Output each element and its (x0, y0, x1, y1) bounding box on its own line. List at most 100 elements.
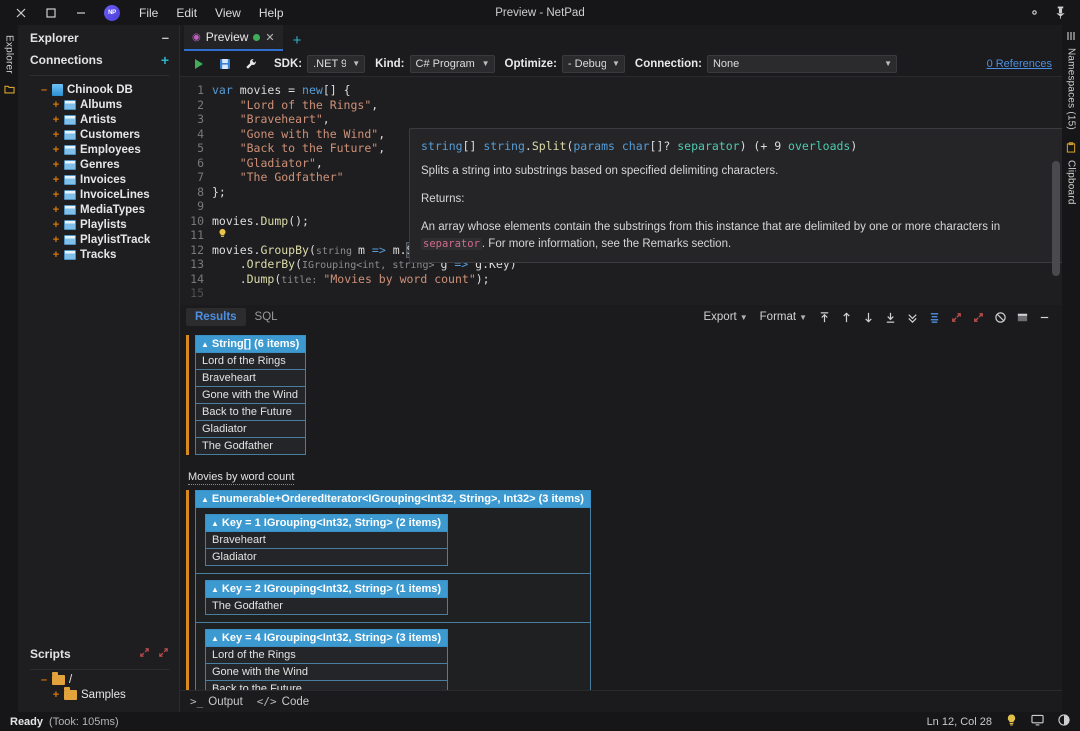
table-row[interactable]: Gladiator (196, 421, 306, 438)
tab-close-icon[interactable]: ✕ (265, 31, 274, 44)
expand-toggle-icon[interactable]: + (52, 249, 60, 261)
table-row[interactable]: The Godfather (206, 598, 448, 615)
expand-toggle-icon[interactable]: + (52, 234, 60, 246)
move-up-icon[interactable] (836, 307, 856, 327)
editor-scrollbar[interactable] (1052, 83, 1060, 299)
expand-toggle-icon[interactable]: + (52, 99, 60, 111)
expand-toggle-icon[interactable]: + (52, 129, 60, 141)
tree-node-connection[interactable]: – Chinook DB (18, 82, 179, 97)
run-icon[interactable] (186, 53, 212, 75)
collapse-all-icon[interactable] (158, 647, 169, 661)
editor-scrollbar-thumb[interactable] (1052, 161, 1060, 276)
rail-tab-explorer[interactable]: Explorer (3, 31, 16, 78)
expand-toggle-icon[interactable]: + (52, 219, 60, 231)
result-grid-strings[interactable]: ▲String[] (6 items) Lord of the RingsBra… (195, 335, 306, 455)
collapse-all-icon[interactable] (902, 307, 922, 327)
menu-edit[interactable]: Edit (167, 3, 206, 23)
tab-preview[interactable]: ◉ Preview ✕ (184, 25, 283, 51)
table-row[interactable]: Gone with the Wind (196, 387, 306, 404)
code-line[interactable] (212, 286, 1062, 301)
align-icon[interactable] (924, 307, 944, 327)
table-row[interactable]: Back to the Future (196, 404, 306, 421)
tree-node-table[interactable]: +Invoices (18, 172, 179, 187)
connection-select[interactable]: None ▼ (707, 55, 897, 73)
maximize-icon[interactable] (36, 2, 66, 24)
expand-diagonal-icon[interactable] (946, 307, 966, 327)
result-grid-group[interactable]: ▲Key = 2 IGrouping<Int32, String> (1 ite… (205, 580, 448, 615)
collapse-toggle-icon[interactable]: – (40, 84, 48, 96)
add-connection-button[interactable]: + (161, 55, 169, 65)
expand-toggle-icon[interactable]: + (52, 144, 60, 156)
bottom-tab-code[interactable]: </> Code (257, 695, 309, 708)
pin-icon[interactable] (1055, 6, 1066, 19)
rail-tab-clipboard[interactable]: Clipboard (1066, 160, 1077, 205)
gear-icon[interactable] (1028, 6, 1041, 19)
bottom-tab-output[interactable]: >_ Output (190, 695, 243, 708)
result-grid-groups[interactable]: ▲Enumerable+OrderedIterator<IGrouping<In… (195, 490, 591, 690)
kind-select[interactable]: C# Program ▼ (410, 55, 495, 73)
scripts-collapse-icon[interactable]: – (40, 674, 48, 686)
table-row[interactable]: Lord of the Rings (206, 647, 448, 664)
rail-tab-namespaces[interactable]: Namespaces (15) (1066, 48, 1077, 130)
table-row[interactable]: The Godfather (196, 438, 306, 455)
menu-view[interactable]: View (206, 3, 250, 23)
grid-header[interactable]: ▲Enumerable+OrderedIterator<IGrouping<In… (196, 491, 591, 508)
table-row[interactable]: Lord of the Rings (196, 353, 306, 370)
format-button[interactable]: Format ▼ (755, 309, 812, 325)
tree-node-table[interactable]: +Albums (18, 97, 179, 112)
tree-node-table[interactable]: +Artists (18, 112, 179, 127)
contrast-icon[interactable] (1058, 714, 1070, 729)
window-icon[interactable] (1012, 307, 1032, 327)
code-line[interactable]: var movies = new[] { (212, 83, 1062, 98)
tree-node-table[interactable]: +Customers (18, 127, 179, 142)
minimize-icon[interactable] (66, 2, 96, 24)
monitor-icon[interactable] (1031, 714, 1044, 729)
move-down-icon[interactable] (858, 307, 878, 327)
export-button[interactable]: Export ▼ (698, 309, 752, 325)
table-row[interactable]: Gladiator (206, 549, 448, 566)
tree-node-table[interactable]: +InvoiceLines (18, 187, 179, 202)
explorer-collapse-button[interactable]: – (162, 34, 169, 42)
expand-toggle-icon[interactable]: + (52, 159, 60, 171)
code-editor[interactable]: 123456789101112131415 var movies = new[]… (180, 77, 1062, 305)
folder-icon[interactable] (4, 84, 15, 97)
sdk-select[interactable]: .NET 9 ▼ (307, 55, 365, 73)
save-icon[interactable] (212, 53, 238, 75)
expand-all-icon[interactable] (139, 647, 150, 661)
grid-header[interactable]: ▲Key = 1 IGrouping<Int32, String> (2 ite… (206, 515, 448, 532)
close-icon[interactable] (6, 2, 36, 24)
grid-header[interactable]: ▲Key = 4 IGrouping<Int32, String> (3 ite… (206, 630, 448, 647)
expand-toggle-icon[interactable]: + (52, 114, 60, 126)
wrench-icon[interactable] (238, 53, 264, 75)
tree-node-table[interactable]: +Tracks (18, 247, 179, 262)
code-line[interactable]: .Dump(title: "Movies by word count"); (212, 272, 1062, 287)
code-line[interactable]: "Braveheart", (212, 112, 1062, 127)
tree-node-table[interactable]: +Employees (18, 142, 179, 157)
minimize-panel-icon[interactable] (1034, 307, 1054, 327)
scripts-root-node[interactable]: – / (18, 672, 179, 687)
menu-help[interactable]: Help (250, 3, 293, 23)
tab-results[interactable]: Results (186, 308, 246, 326)
optimize-select[interactable]: - Debug ▼ (562, 55, 625, 73)
lightbulb-icon[interactable] (1006, 714, 1017, 729)
expand-toggle-icon[interactable]: + (52, 689, 60, 701)
tree-node-table[interactable]: +Genres (18, 157, 179, 172)
expand-toggle-icon[interactable]: + (52, 189, 60, 201)
grid-header[interactable]: ▲String[] (6 items) (196, 336, 306, 353)
tree-node-table[interactable]: +PlaylistTrack (18, 232, 179, 247)
lightbulb-icon[interactable] (218, 229, 227, 242)
scroll-to-top-icon[interactable] (814, 307, 834, 327)
tree-node-table[interactable]: +MediaTypes (18, 202, 179, 217)
shrink-diagonal-icon[interactable] (968, 307, 988, 327)
table-row[interactable]: Braveheart (196, 370, 306, 387)
expand-toggle-icon[interactable]: + (52, 174, 60, 186)
download-icon[interactable] (880, 307, 900, 327)
table-row[interactable]: Braveheart (206, 532, 448, 549)
result-grid-group[interactable]: ▲Key = 4 IGrouping<Int32, String> (3 ite… (205, 629, 448, 690)
tree-node-table[interactable]: +Playlists (18, 217, 179, 232)
table-row[interactable]: Back to the Future (206, 681, 448, 691)
result-grid-group[interactable]: ▲Key = 1 IGrouping<Int32, String> (2 ite… (205, 514, 448, 566)
references-link[interactable]: 0 References (987, 58, 1052, 70)
grid-header[interactable]: ▲Key = 2 IGrouping<Int32, String> (1 ite… (206, 581, 448, 598)
scripts-samples-node[interactable]: + Samples (18, 687, 179, 702)
